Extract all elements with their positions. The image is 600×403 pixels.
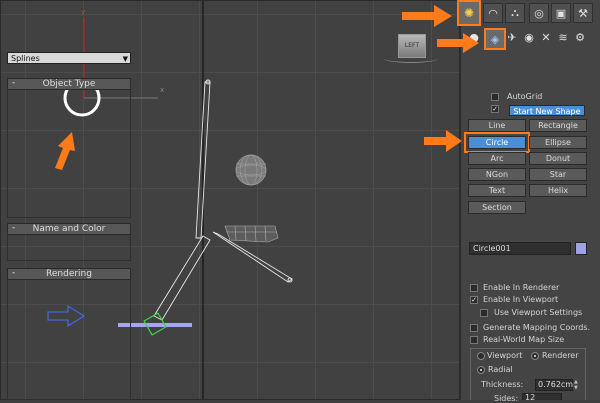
- ellipse-button[interactable]: Ellipse: [529, 136, 587, 149]
- name-and-color-header[interactable]: - Name and Color: [7, 223, 131, 235]
- rendering-header[interactable]: - Rendering: [7, 268, 131, 280]
- rectangle-button[interactable]: Rectangle: [529, 119, 587, 132]
- real-world-map-checkbox[interactable]: [470, 336, 478, 344]
- renderer-radio-label: Renderer: [542, 351, 579, 360]
- viewport-radio-label: Viewport: [487, 351, 523, 360]
- name-and-color-body: [7, 235, 131, 261]
- autogrid-checkbox[interactable]: [491, 93, 499, 101]
- category-dropdown-value: Splines: [11, 54, 40, 63]
- cameras-subtab[interactable]: ◉: [522, 30, 536, 44]
- create-tab[interactable]: ✺: [457, 0, 481, 26]
- tutorial-arrow-circle-button: [424, 130, 462, 152]
- spacewarps-icon: ≋: [558, 30, 568, 44]
- thickness-field[interactable]: 0.762cm: [535, 379, 573, 391]
- use-viewport-settings-checkbox[interactable]: [480, 309, 488, 317]
- thickness-spinner-icon[interactable]: ▲ ▼: [574, 379, 580, 391]
- radial-radio[interactable]: [477, 366, 485, 374]
- enable-in-renderer-checkbox[interactable]: [470, 284, 478, 292]
- chevron-down-icon: ▼: [122, 55, 128, 63]
- rendering-title: Rendering: [46, 269, 92, 279]
- enable-in-renderer-label: Enable In Renderer: [483, 283, 560, 292]
- enable-in-viewport-label: Enable In Viewport: [483, 295, 559, 304]
- category-dropdown[interactable]: Splines ▼: [7, 52, 131, 64]
- object-type-body: [7, 90, 131, 218]
- radial-radio-label: Radial: [488, 365, 513, 374]
- tutorial-arrow-create: [402, 5, 452, 27]
- collapse-icon: -: [12, 268, 16, 278]
- helpers-subtab[interactable]: ✕: [539, 30, 553, 44]
- viewport-radio[interactable]: [477, 352, 485, 360]
- helix-button[interactable]: Helix: [529, 184, 587, 197]
- motion-icon: ◎: [534, 6, 544, 20]
- circle-button-highlight: [464, 132, 530, 153]
- rendering-body: [7, 280, 131, 400]
- helpers-icon: ✕: [541, 30, 551, 44]
- name-and-color-title: Name and Color: [32, 224, 106, 234]
- autogrid-label: AutoGrid: [507, 92, 543, 101]
- shapes-subtab[interactable]: ◈: [484, 28, 506, 50]
- collapse-icon: -: [12, 223, 16, 233]
- sun-icon: ✺: [463, 6, 475, 20]
- object-color-swatch[interactable]: [575, 242, 587, 255]
- hierarchy-icon: ⛬: [511, 6, 519, 19]
- use-viewport-settings-label: Use Viewport Settings: [494, 308, 583, 317]
- generate-mapping-label: Generate Mapping Coords.: [483, 323, 591, 332]
- collapse-icon: -: [12, 78, 16, 88]
- shapes-icon: ◈: [490, 32, 500, 46]
- start-new-shape-button[interactable]: Start New Shape: [509, 105, 585, 116]
- ngon-button[interactable]: NGon: [468, 168, 526, 181]
- display-tab[interactable]: ▣: [551, 3, 571, 23]
- cameras-icon: ◉: [524, 30, 534, 44]
- start-new-shape-checkbox[interactable]: ✓: [491, 105, 499, 113]
- star-button[interactable]: Star: [529, 168, 587, 181]
- sides-field[interactable]: 12: [522, 393, 562, 400]
- real-world-map-label: Real-World Map Size: [483, 335, 565, 344]
- generate-mapping-checkbox[interactable]: [470, 324, 478, 332]
- modify-tab[interactable]: ◠: [483, 3, 503, 23]
- section-button[interactable]: Section: [468, 201, 526, 214]
- display-icon: ▣: [555, 6, 567, 20]
- utilities-tab[interactable]: ⚒: [573, 3, 593, 23]
- enable-in-viewport-checkbox[interactable]: ✓: [470, 296, 478, 304]
- donut-button[interactable]: Donut: [529, 152, 587, 165]
- systems-icon: ⚙: [575, 30, 585, 44]
- spacewarps-subtab[interactable]: ≋: [556, 30, 570, 44]
- object-name-field[interactable]: Circle001: [469, 242, 571, 255]
- arc-button[interactable]: Arc: [468, 152, 526, 165]
- text-button[interactable]: Text: [468, 184, 526, 197]
- utilities-icon: ⚒: [578, 6, 588, 20]
- thickness-label: Thickness:: [481, 380, 524, 389]
- line-button[interactable]: Line: [468, 119, 526, 132]
- object-type-header[interactable]: - Object Type: [7, 78, 131, 90]
- modify-icon: ◠: [488, 6, 498, 20]
- lights-icon: ✈: [507, 30, 517, 44]
- tutorial-arrow-shapes: [437, 33, 479, 53]
- renderer-radio[interactable]: [531, 352, 539, 360]
- lights-subtab[interactable]: ✈: [505, 30, 519, 44]
- sides-label: Sides:: [494, 394, 519, 403]
- motion-tab[interactable]: ◎: [529, 3, 549, 23]
- systems-subtab[interactable]: ⚙: [573, 30, 587, 44]
- object-type-title: Object Type: [42, 79, 96, 89]
- hierarchy-tab[interactable]: ⛬: [505, 3, 525, 23]
